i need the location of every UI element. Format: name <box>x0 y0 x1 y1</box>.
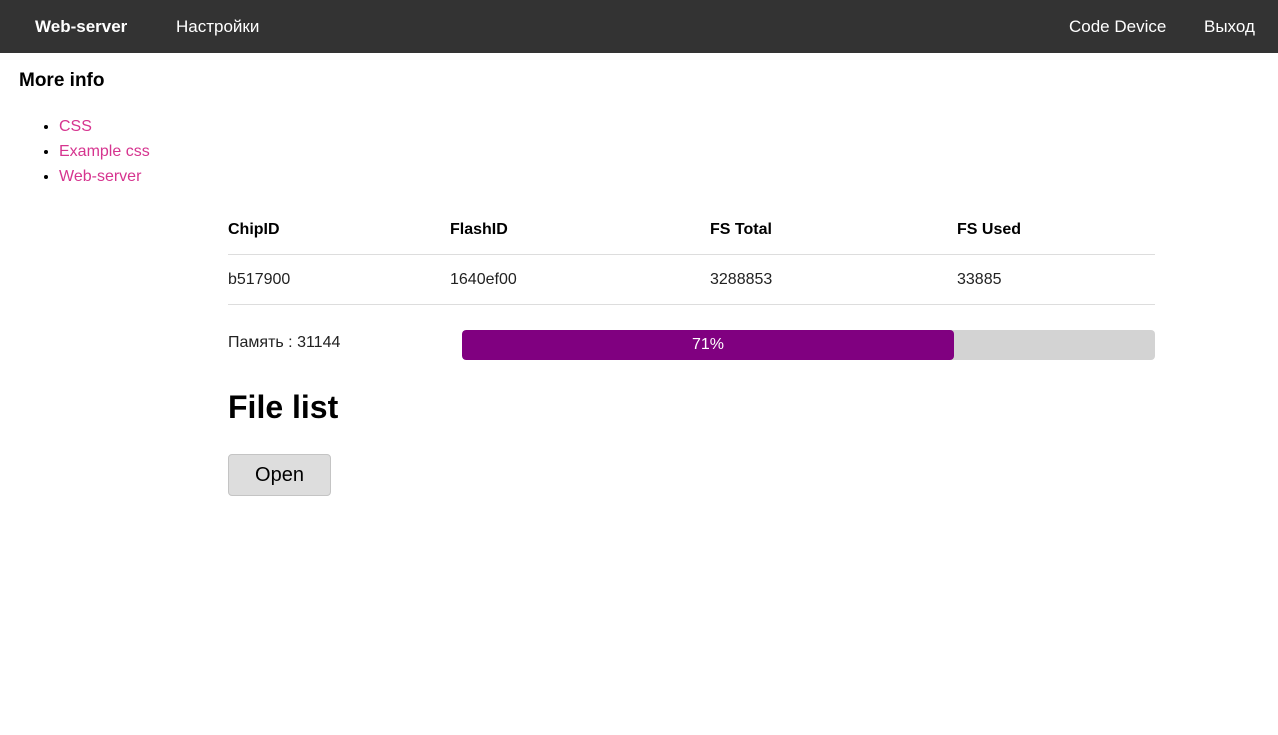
header-fs-used: FS Used <box>957 205 1155 255</box>
header-chipid: ChipID <box>228 205 450 255</box>
table-row: b517900 1640ef00 3288853 33885 <box>228 254 1155 305</box>
web-server-link[interactable]: Web-server <box>59 168 141 185</box>
header-flashid: FlashID <box>450 205 710 255</box>
cell-flashid: 1640ef00 <box>450 254 710 305</box>
cell-chipid: b517900 <box>228 254 450 305</box>
list-item: CSS <box>59 114 150 139</box>
memory-label: Память : 31144 <box>228 334 341 351</box>
more-info-link-list: CSS Example css Web-server <box>19 114 150 189</box>
header-fs-total: FS Total <box>710 205 957 255</box>
table-header-row: ChipID FlashID FS Total FS Used <box>228 205 1155 255</box>
memory-progress-fill: 71% <box>462 330 955 360</box>
cell-fs-total: 3288853 <box>710 254 957 305</box>
nav-code-device-link[interactable]: Code Device <box>1069 0 1166 53</box>
device-info-table: ChipID FlashID FS Total FS Used b517900 … <box>228 205 1155 305</box>
memory-progress-bar: 71% <box>462 330 1155 360</box>
nav-exit-link[interactable]: Выход <box>1204 0 1255 53</box>
more-info-heading: More info <box>19 70 105 91</box>
top-navigation-bar: Web-server Настройки Code Device Выход <box>0 0 1278 53</box>
nav-brand-link[interactable]: Web-server <box>35 0 127 53</box>
cell-fs-used: 33885 <box>957 254 1155 305</box>
open-button[interactable]: Open <box>228 454 331 496</box>
list-item: Web-server <box>59 164 150 189</box>
list-item: Example css <box>59 139 150 164</box>
example-css-link[interactable]: Example css <box>59 143 150 160</box>
file-list-heading: File list <box>228 389 339 425</box>
nav-settings-link[interactable]: Настройки <box>176 0 259 53</box>
css-link[interactable]: CSS <box>59 118 92 135</box>
